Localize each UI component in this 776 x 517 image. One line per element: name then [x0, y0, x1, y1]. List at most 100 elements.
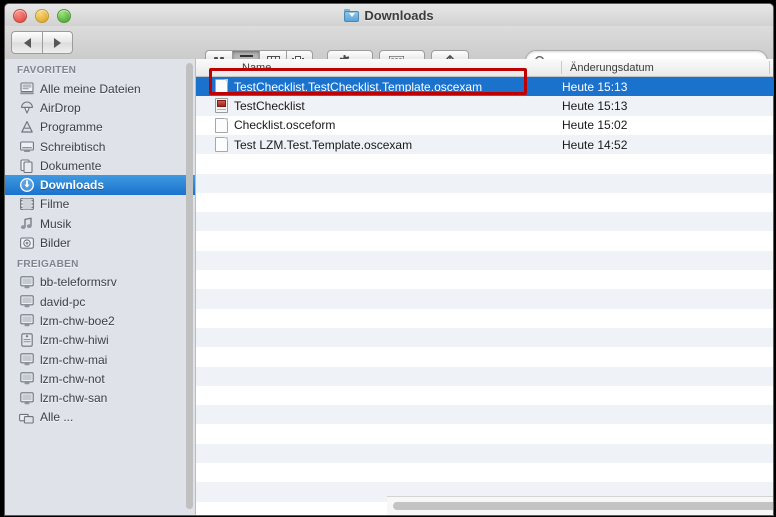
page-title: Downloads	[364, 7, 434, 23]
file-name-label: TestChecklist	[234, 98, 305, 113]
network-mac-tower-icon	[19, 333, 34, 347]
all-network-icon	[19, 410, 34, 424]
table-row[interactable]: TestChecklist.TestChecklist.Template.osc…	[196, 77, 773, 97]
empty-row	[196, 463, 773, 482]
network-computer-icon	[19, 295, 34, 309]
toolbar	[5, 26, 773, 73]
empty-row	[196, 424, 773, 443]
file-name-cell: Test LZM.Test.Template.oscexam	[215, 135, 412, 154]
sidebar-item-filme[interactable]: Filme	[5, 195, 195, 214]
document-icon	[215, 137, 228, 153]
empty-row	[196, 250, 773, 270]
document-icon	[215, 117, 228, 133]
sidebar-item-label: lzm-chw-mai	[40, 352, 108, 367]
sidebar-item-label: lzm-chw-boe2	[40, 313, 115, 328]
column-header-date[interactable]: Änderungsdatum	[570, 59, 654, 76]
window-body: FAVORITEN Alle meine Dateien AirDrop Progra…	[5, 59, 773, 515]
table-row[interactable]: Test LZM.Test.Template.oscexam Heute 14:5…	[196, 134, 773, 155]
empty-row	[196, 289, 773, 309]
file-name-label: Checklist.osceform	[234, 118, 336, 133]
sidebar-item-label: Schreibtisch	[40, 139, 106, 154]
sidebar-item-musik[interactable]: Musik	[5, 214, 195, 233]
sidebar-item-dokumente[interactable]: Dokumente	[5, 156, 195, 175]
sidebar-item-alle-meine-dateien[interactable]: Alle meine Dateien	[5, 79, 195, 98]
empty-row	[196, 154, 773, 173]
sidebar-section-header: FREIGABEN	[17, 258, 79, 270]
chevron-right-icon	[54, 37, 61, 48]
applications-icon	[19, 120, 34, 134]
sidebar-item-schreibtisch[interactable]: Schreibtisch	[5, 137, 195, 156]
sidebar-item-airdrop[interactable]: AirDrop	[5, 98, 195, 117]
empty-row	[196, 443, 773, 463]
file-name-cell: TestChecklist	[215, 96, 305, 115]
empty-row	[196, 347, 773, 366]
column-headers: Name Änderungsdatum	[196, 59, 773, 77]
table-row[interactable]: TestChecklist Heute 15:13	[196, 96, 773, 116]
sidebar-item-label: Downloads	[40, 178, 105, 193]
sidebar-item-bb-teleformsrv[interactable]: bb-teleformsrv	[5, 273, 195, 292]
documents-icon	[19, 159, 34, 173]
chevron-left-icon	[23, 37, 31, 48]
sidebar-item-programme[interactable]: Programme	[5, 118, 195, 137]
airdrop-icon	[19, 101, 34, 115]
sidebar-item-bilder[interactable]: Bilder	[5, 233, 195, 252]
document-icon	[215, 79, 228, 95]
empty-row	[196, 270, 773, 289]
sidebar-item-downloads[interactable]: Downloads	[5, 175, 195, 195]
file-third-cell	[770, 135, 773, 154]
file-name-cell: TestChecklist.TestChecklist.Template.osc…	[215, 77, 482, 96]
desktop-icon	[19, 140, 34, 154]
sidebar-item-lzm-chw-mai[interactable]: lzm-chw-mai	[5, 350, 195, 369]
navigation-buttons	[11, 31, 73, 54]
network-computer-icon	[19, 391, 34, 405]
file-third-cell	[770, 96, 773, 115]
downloads-folder-icon	[344, 8, 360, 22]
sidebar-section-header: FAVORITEN	[17, 65, 77, 76]
table-row[interactable]: Checklist.osceform Heute 15:02	[196, 116, 773, 135]
empty-row	[196, 173, 773, 193]
sidebar-item-label: Alle meine Dateien	[40, 81, 141, 96]
sidebar-item-label: Programme	[40, 120, 103, 135]
sidebar-item-lzm-chw-hiwi[interactable]: lzm-chw-hiwi	[5, 331, 195, 350]
empty-row	[196, 386, 773, 405]
sidebar-item-lzm-chw-san[interactable]: lzm-chw-san	[5, 388, 195, 407]
sidebar-item-alle[interactable]: Alle ...	[5, 408, 195, 427]
sidebar-item-lzm-chw-not[interactable]: lzm-chw-not	[5, 369, 195, 388]
file-date-cell: Heute 15:02	[562, 118, 628, 133]
column-divider[interactable]	[769, 61, 770, 74]
network-computer-icon	[19, 275, 34, 289]
network-computer-icon	[19, 314, 34, 328]
column-header-name[interactable]: Name	[242, 59, 271, 76]
sidebar-item-label: bb-teleformsrv	[40, 275, 117, 290]
sidebar-item-label: Alle ...	[40, 410, 74, 425]
sidebar-item-lzm-chw-boe2[interactable]: lzm-chw-boe2	[5, 311, 195, 330]
horizontal-scrollbar[interactable]	[393, 502, 773, 510]
back-button[interactable]	[11, 31, 42, 54]
empty-row	[196, 212, 773, 232]
music-icon	[19, 217, 34, 231]
network-computer-icon	[19, 353, 34, 367]
empty-row	[196, 193, 773, 212]
column-divider[interactable]	[561, 61, 562, 74]
sidebar-item-label: AirDrop	[40, 100, 81, 115]
sidebar-item-david-pc[interactable]: david-pc	[5, 292, 195, 311]
sidebar-item-label: Filme	[40, 197, 70, 212]
window-title-container: Downloads	[5, 4, 773, 26]
file-name-label: TestChecklist.TestChecklist.Template.osc…	[234, 79, 483, 94]
sidebar-item-label: lzm-chw-not	[40, 371, 105, 386]
file-name-cell: Checklist.osceform	[215, 116, 335, 135]
empty-row	[196, 231, 773, 250]
sidebar: FAVORITEN Alle meine Dateien AirDrop Progra…	[5, 59, 196, 515]
sidebar-scrollbar[interactable]	[186, 63, 193, 509]
sidebar-item-label: lzm-chw-hiwi	[40, 333, 109, 348]
title-bar[interactable]: Downloads	[5, 4, 773, 27]
file-date-cell: Heute 15:13	[562, 79, 628, 94]
empty-row	[196, 366, 773, 386]
file-list: Name Änderungsdatum TestChecklist.TestCh…	[196, 59, 773, 515]
pictures-icon	[19, 236, 34, 250]
file-date-cell: Heute 14:52	[562, 137, 628, 152]
file-name-label: Test LZM.Test.Template.oscexam	[234, 137, 413, 152]
forward-button[interactable]	[42, 31, 73, 54]
app-document-icon	[215, 98, 228, 114]
sidebar-item-label: david-pc	[40, 294, 86, 309]
